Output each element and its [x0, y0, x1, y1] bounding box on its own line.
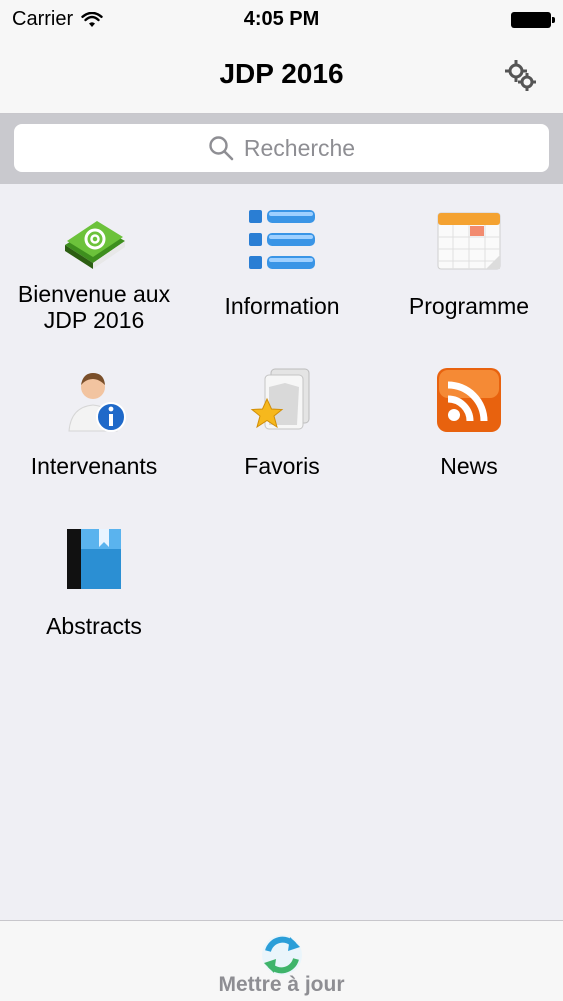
status-bar: Carrier 4:05 PM — [0, 0, 563, 40]
bookmark-book-icon — [67, 529, 121, 589]
tile-label: News — [440, 453, 498, 479]
rss-icon — [437, 368, 501, 432]
tile-label: Abstracts — [46, 613, 142, 639]
calendar-icon — [437, 212, 501, 270]
search-input[interactable]: Recherche — [14, 124, 549, 172]
navigation-bar: JDP 2016 — [0, 40, 563, 114]
user-info-icon — [68, 373, 126, 432]
star-folder-icon — [250, 368, 310, 430]
tile-information[interactable]: Information — [188, 205, 376, 319]
status-time: 4:05 PM — [243, 8, 320, 30]
page-title: JDP 2016 — [219, 58, 344, 89]
list-icon — [249, 210, 315, 269]
tile-news[interactable]: News — [375, 365, 563, 479]
gear-icon[interactable] — [503, 58, 537, 92]
tile-abstracts[interactable]: Abstracts — [0, 525, 188, 639]
battery-icon — [511, 12, 555, 28]
update-label[interactable]: Mettre à jour — [0, 973, 563, 997]
tile-bienvenue[interactable]: Bienvenue aux JDP 2016 — [0, 205, 188, 333]
tile-label: Information — [224, 293, 340, 319]
bottom-toolbar: Mettre à jour — [0, 920, 563, 1001]
refresh-icon — [261, 935, 302, 975]
search-bar: Recherche — [0, 114, 563, 184]
search-icon — [209, 136, 234, 161]
tile-label: Bienvenue aux JDP 2016 — [17, 281, 171, 333]
tile-label: Intervenants — [30, 453, 158, 479]
tile-label: Favoris — [244, 453, 320, 479]
tile-programme[interactable]: Programme — [375, 205, 563, 319]
book-at-icon — [65, 221, 125, 269]
tile-label: Programme — [408, 293, 530, 319]
tile-intervenants[interactable]: Intervenants — [0, 365, 188, 479]
tile-favoris[interactable]: Favoris — [188, 365, 376, 479]
search-placeholder: Recherche — [243, 134, 356, 161]
